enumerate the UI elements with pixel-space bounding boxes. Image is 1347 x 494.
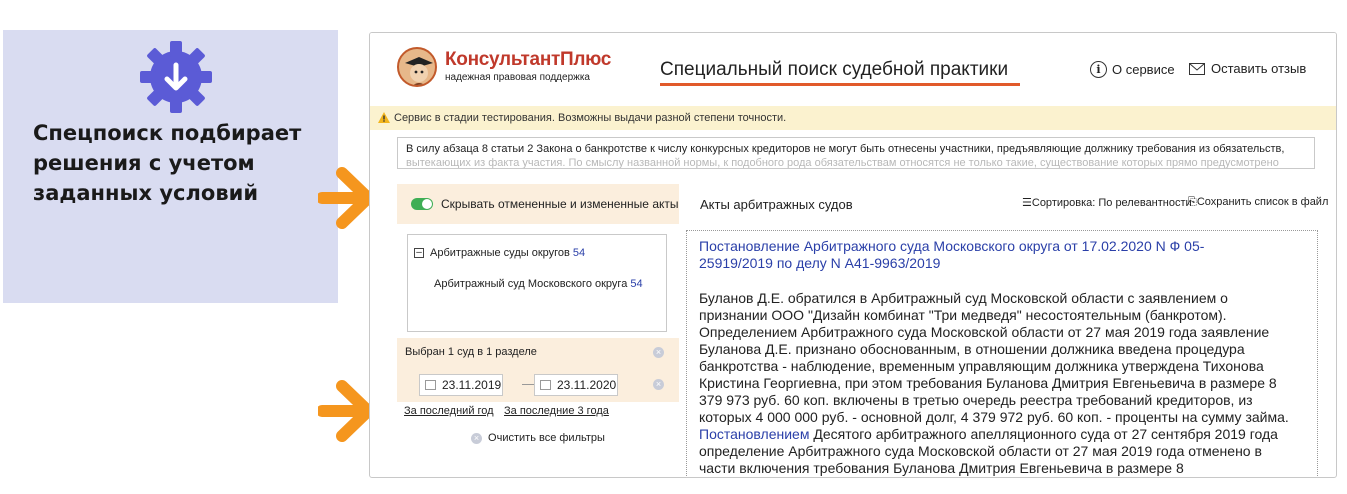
snippet-link[interactable]: Постановлением — [699, 426, 809, 442]
clear-filters-button[interactable]: × Очистить все фильтры — [397, 426, 679, 450]
sort-label: Сортировка: По релевантности — [1031, 197, 1192, 209]
court-group-count: 54 — [572, 247, 586, 259]
date-to-input[interactable]: 23.11.2020 — [534, 374, 618, 396]
info-icon: i — [1090, 61, 1107, 78]
date-from-value: 23.11.2019 — [442, 378, 502, 392]
about-label: О сервисе — [1112, 62, 1175, 77]
clear-dates-icon[interactable]: × — [653, 379, 664, 390]
envelope-icon — [1189, 62, 1205, 75]
warning-text: Сервис в стадии тестирования. Возможны в… — [394, 112, 787, 124]
feedback-label: Оставить отзыв — [1211, 61, 1307, 76]
result-title-link[interactable]: Постановление Арбитражного суда Московск… — [699, 238, 1239, 272]
selected-text: Выбран 1 суд в 1 разделе — [405, 346, 537, 358]
about-link[interactable]: i О сервисе — [1090, 61, 1175, 78]
hide-cancelled-toggle-row[interactable]: Скрывать отмененные и измененные акты — [397, 184, 679, 224]
header: КонсультантПлюс надежная правовая поддер… — [370, 33, 1336, 103]
clear-filters-label: Очистить все фильтры — [488, 432, 605, 444]
hide-cancelled-toggle[interactable] — [411, 198, 433, 210]
query-input[interactable]: В силу абзаца 8 статьи 2 Закона о банкро… — [397, 137, 1315, 169]
logo-title: КонсультантПлюс — [445, 49, 612, 70]
promo-text: Спецпоиск подбирает решения с учетом зад… — [33, 121, 302, 205]
collapse-icon[interactable]: – — [414, 248, 424, 258]
logo-professor-icon — [397, 47, 437, 87]
logo[interactable]: КонсультантПлюс надежная правовая поддер… — [397, 47, 617, 91]
date-to-value: 23.11.2020 — [557, 378, 617, 392]
result-snippet: Буланов Д.Е. обратился в Арбитражный суд… — [699, 290, 1299, 477]
last-3-years-link[interactable]: За последние 3 года — [504, 405, 609, 417]
feedback-link[interactable]: Оставить отзыв — [1189, 61, 1306, 76]
title-underline — [660, 83, 1020, 86]
court-item-count: 54 — [630, 278, 643, 290]
selected-courts-row: Выбран 1 суд в 1 разделе × — [397, 338, 679, 366]
warning-bar: Сервис в стадии тестирования. Возможны в… — [370, 106, 1336, 130]
arrow-right-icon — [318, 380, 374, 442]
save-list-button[interactable]: ⎘Сохранить список в файл — [1188, 196, 1328, 209]
query-line-1: В силу абзаца 8 статьи 2 Закона о банкро… — [406, 143, 1285, 155]
court-item-row[interactable]: Арбитражный суд Московского округа 54 — [434, 278, 643, 290]
toggle-label: Скрывать отмененные и измененные акты — [441, 197, 679, 211]
logo-subtitle: надежная правовая поддержка — [445, 72, 590, 83]
calendar-icon — [425, 380, 436, 390]
sort-button[interactable]: ☰Сортировка: По релевантности — [1022, 196, 1192, 209]
save-label: Сохранить список в файл — [1196, 196, 1329, 208]
calendar-icon — [540, 380, 551, 390]
save-file-icon: ⎘ — [1188, 196, 1197, 208]
date-dash — [522, 384, 534, 385]
clear-selection-icon[interactable]: × — [653, 347, 664, 358]
clear-icon: × — [471, 432, 483, 444]
snippet-part-1: Буланов Д.Е. обратился в Арбитражный суд… — [699, 290, 1289, 425]
promo-panel: Спецпоиск подбирает решения с учетом зад… — [3, 30, 338, 303]
arrow-right-icon — [318, 167, 374, 229]
court-item-label: Арбитражный суд Московского округа — [434, 278, 628, 290]
gear-download-icon — [140, 41, 212, 113]
results-heading: Акты арбитражных судов — [700, 197, 853, 212]
sort-icon: ☰ — [1022, 197, 1032, 209]
court-group-label: Арбитражные суды округов — [430, 247, 570, 259]
query-line-2: вытекающих из факта участия. По смыслу н… — [406, 157, 1279, 169]
court-filter-tree: – Арбитражные суды округов 54 Арбитражны… — [407, 234, 667, 332]
date-from-input[interactable]: 23.11.2019 — [419, 374, 503, 396]
warning-icon — [378, 112, 390, 123]
date-range-row: 23.11.2019 23.11.2020 × — [397, 366, 679, 402]
court-group-row[interactable]: – Арбитражные суды округов 54 — [414, 247, 585, 259]
app-window: КонсультантПлюс надежная правовая поддер… — [369, 32, 1337, 478]
page-title: Специальный поиск судебной практики — [660, 59, 1009, 80]
result-item: Постановление Арбитражного суда Московск… — [686, 230, 1318, 477]
last-year-link[interactable]: За последний год — [404, 405, 494, 417]
